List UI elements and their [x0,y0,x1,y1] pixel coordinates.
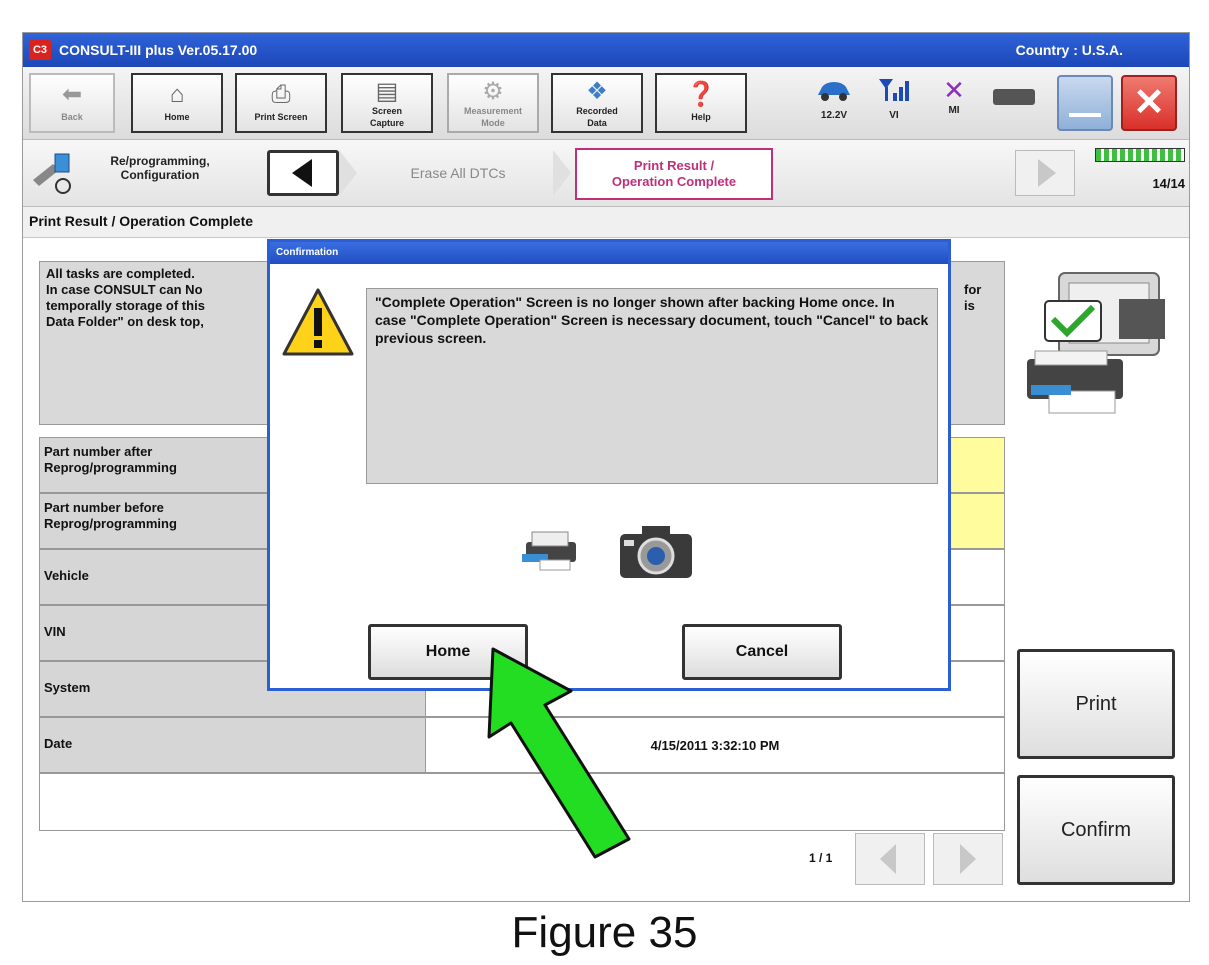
home-icon: ⌂ [169,81,185,108]
print-button[interactable]: Print [1017,649,1175,759]
section-title: Print Result / Operation Complete [29,213,254,229]
breadcrumb: Re/programming, Configuration [110,154,210,182]
dialog-title: Confirmation [270,242,948,264]
close-icon: ✕ [1133,82,1165,124]
consult-window: C3 CONSULT-III plus Ver.05.17.00 Country… [22,32,1190,902]
help-icon: ❓ [686,81,716,108]
printer-icon: ⎙ [271,81,291,108]
battery-voltage-status: 12.2V [809,77,859,121]
help-button[interactable]: ❓ Help [655,73,747,133]
previous-step-button[interactable] [267,150,339,196]
vi-status: VI [869,77,919,121]
mi-status: ✕ MI [929,77,979,116]
consult-logo-icon: C3 [29,40,51,60]
country-label: Country : U.S.A. [1015,42,1123,58]
step-print-result-current: Print Result / Operation Complete [575,148,773,200]
page-indicator: 1 / 1 [809,851,833,865]
car-icon [818,82,850,101]
step-separator-icon [553,150,571,196]
recorded-data-button[interactable]: ❖ Recorded Data [551,73,643,133]
app-title: CONSULT-III plus Ver.05.17.00 [59,42,258,58]
measurement-icon: ⚙ [482,78,504,105]
close-button[interactable]: ✕ [1121,75,1177,131]
reprogramming-icon [33,153,71,194]
green-pointer-arrow-icon [487,647,631,859]
confirm-button[interactable]: Confirm [1017,775,1175,885]
measurement-mode-button[interactable]: ⚙ Measurement Mode [447,73,539,133]
print-screen-button[interactable]: ⎙ Print Screen [235,73,327,133]
camera-icon [620,526,692,578]
next-step-button[interactable] [1015,150,1075,196]
step-navigation-bar: Re/programming, Configuration Erase All … [23,140,1189,207]
warning-icon [282,288,354,356]
progress-bar [1095,148,1185,162]
printer-icon [522,531,576,571]
recorded-data-icon: ❖ [586,78,608,105]
left-arrow-icon [880,844,896,874]
progress-indicator: 14/14 [1095,148,1185,198]
page-next-button[interactable] [933,833,1003,885]
home-button[interactable]: ⌂ Home [131,73,223,133]
ecu-printer-illustration-icon [1027,272,1165,414]
disconnected-icon: ✕ [943,75,965,105]
step-erase-all-dtcs: Erase All DTCs [410,165,506,181]
right-arrow-icon [960,844,976,874]
title-bar: C3 CONSULT-III plus Ver.05.17.00 Country… [23,33,1189,67]
camera-icon: ▤ [375,78,399,105]
signal-icon [879,79,909,101]
confirmation-dialog: Confirmation "Complete Operation" Screen… [267,239,951,691]
dialog-message: "Complete Operation" Screen is no longer… [366,288,938,484]
back-button[interactable]: ⬅ Back [29,73,115,133]
screen-capture-button[interactable]: ▤ Screen Capture [341,73,433,133]
section-header: Print Result / Operation Complete [23,207,1189,238]
right-arrow-icon [1038,159,1056,187]
cancel-button[interactable]: Cancel [682,624,842,680]
back-arrow-icon: ⬅ [61,81,83,108]
page-prev-button[interactable] [855,833,925,885]
battery-indicator-icon [993,89,1035,105]
figure-caption: Figure 35 [511,908,698,957]
toolbar: ⬅ Back ⌂ Home ⎙ Print Screen ▤ Screen Ca… [23,67,1189,140]
left-arrow-icon [292,159,312,187]
minimize-button[interactable] [1057,75,1113,131]
minimize-icon [1069,113,1101,117]
